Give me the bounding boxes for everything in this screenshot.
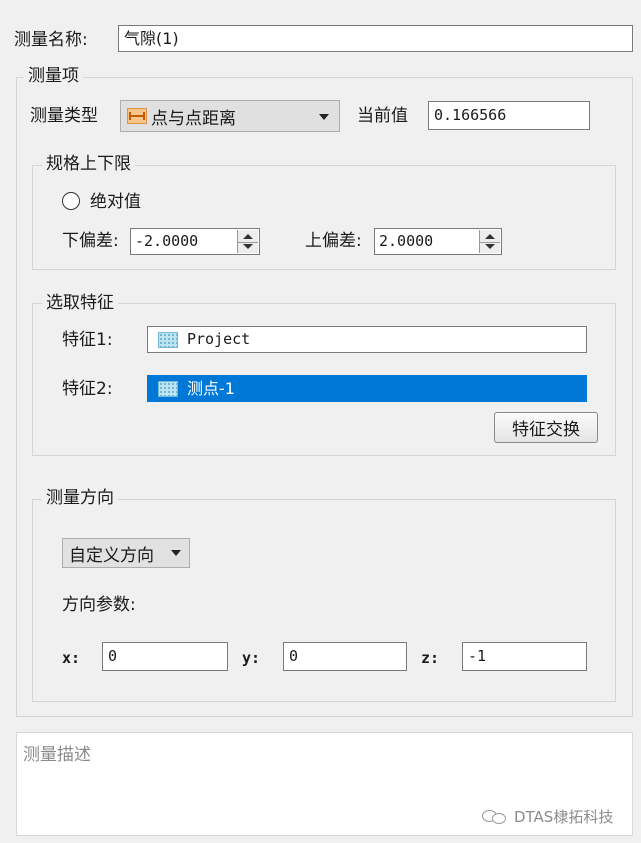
current-value-label: 当前值 [357, 106, 408, 126]
current-value-field[interactable]: 0.166566 [428, 101, 590, 130]
z-input[interactable]: -1 [462, 642, 587, 671]
wechat-icon [482, 809, 508, 825]
measurement-name-input[interactable]: 气隙(1) [118, 25, 633, 52]
absolute-label: 绝对值 [90, 192, 141, 212]
lower-deviation-value: -2.0000 [135, 232, 199, 250]
swap-features-button[interactable]: 特征交换 [494, 412, 598, 443]
y-label: y: [242, 649, 261, 667]
z-value: -1 [468, 647, 487, 665]
tolerance-title: 规格上下限 [42, 156, 135, 173]
x-value: 0 [108, 647, 118, 665]
watermark: DTAS棣拓科技 [482, 806, 613, 827]
description-placeholder: 测量描述 [23, 745, 91, 765]
lower-deviation-label: 下偏差: [62, 231, 119, 251]
feature2-value: 测点-1 [187, 378, 235, 398]
upper-spin-buttons[interactable] [479, 230, 500, 253]
measure-type-label: 测量类型 [30, 106, 98, 126]
direction-mode-value: 自定义方向 [69, 545, 154, 566]
watermark-text: DTAS棣拓科技 [514, 808, 614, 826]
tolerance-group [32, 165, 616, 270]
feature1-value: Project [187, 330, 251, 348]
current-value-text: 0.166566 [434, 106, 507, 124]
y-value: 0 [289, 647, 299, 665]
upper-deviation-value: 2.0000 [379, 232, 434, 250]
lower-deviation-spinbox[interactable]: -2.0000 [130, 228, 260, 255]
measurement-name-value: 气隙(1) [124, 28, 179, 48]
measure-type-value: 点与点距离 [151, 108, 236, 129]
direction-params-label: 方向参数: [62, 595, 136, 615]
x-label: x: [62, 649, 81, 667]
distance-icon [127, 108, 147, 124]
upper-deviation-spinbox[interactable]: 2.0000 [374, 228, 502, 255]
feature1-field[interactable]: Project [147, 326, 587, 353]
swap-features-label: 特征交换 [512, 420, 580, 440]
lower-spin-buttons[interactable] [237, 230, 258, 253]
x-input[interactable]: 0 [102, 642, 228, 671]
point-feature-icon [158, 380, 178, 397]
upper-deviation-label: 上偏差: [305, 231, 362, 251]
direction-mode-dropdown[interactable]: 自定义方向 [62, 538, 190, 568]
feature1-label: 特征1: [62, 330, 113, 350]
feature2-field[interactable]: 测点-1 [147, 375, 587, 402]
feature-selection-title: 选取特征 [42, 295, 118, 312]
chevron-down-icon [171, 550, 181, 556]
chevron-down-icon [319, 114, 329, 120]
z-label: z: [421, 649, 440, 667]
measure-type-dropdown[interactable]: 点与点距离 [120, 100, 340, 132]
feature2-label: 特征2: [62, 379, 113, 399]
absolute-radio[interactable] [62, 192, 80, 210]
measure-item-title: 测量项 [24, 68, 83, 85]
measurement-name-label: 测量名称: [14, 30, 88, 50]
direction-title: 测量方向 [42, 490, 118, 507]
y-input[interactable]: 0 [283, 642, 407, 671]
point-feature-icon [158, 331, 178, 348]
